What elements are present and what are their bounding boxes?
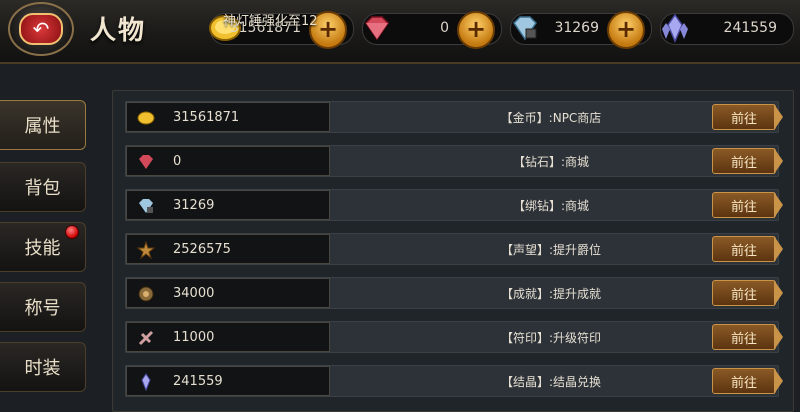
tab-label: 技能 bbox=[24, 238, 61, 259]
tab-skills[interactable]: 技能 bbox=[0, 222, 86, 272]
chevron-right-icon bbox=[774, 104, 783, 130]
reputation-icon bbox=[137, 241, 155, 259]
go-button[interactable]: 前往 bbox=[712, 104, 783, 130]
tab-backpack[interactable]: 背包 bbox=[0, 162, 86, 212]
row-label: 【结晶】:结晶兑换 bbox=[500, 375, 602, 389]
row-label: 【成就】:提升成就 bbox=[500, 287, 602, 301]
bound-diamond-value: 31269 bbox=[554, 20, 599, 36]
value-box: 11000 bbox=[126, 322, 330, 352]
row-label: 【绑钻】:商城 bbox=[512, 199, 590, 213]
row-value: 31561871 bbox=[173, 110, 240, 125]
go-label: 前往 bbox=[730, 331, 757, 347]
go-label: 前往 bbox=[730, 155, 757, 171]
value-box: 31561871 bbox=[126, 102, 330, 132]
row-value: 31269 bbox=[173, 198, 215, 213]
go-button[interactable]: 前往 bbox=[712, 148, 783, 174]
back-button[interactable]: ↶ bbox=[8, 2, 74, 56]
page-title: 人物 bbox=[90, 16, 147, 46]
row-label: 【钻石】:商城 bbox=[512, 155, 590, 169]
currency-panel: 31561871 【金币】:NPC商店 前往 0 【钻石】:商城 前往 3126… bbox=[112, 90, 794, 412]
tab-label: 属性 bbox=[24, 116, 61, 137]
row-value: 0 bbox=[173, 154, 182, 169]
go-label: 前往 bbox=[730, 375, 757, 391]
chevron-right-icon bbox=[774, 236, 783, 262]
tab-attributes[interactable]: 属性 bbox=[0, 100, 86, 150]
tab-titles[interactable]: 称号 bbox=[0, 282, 86, 332]
crystal-icon bbox=[657, 10, 693, 46]
bound-diamond-icon bbox=[137, 197, 155, 215]
top-bar: ↶ 人物 31561871 + 0 + 31269 + 241559 神灯锤强化… bbox=[0, 0, 800, 64]
notification-dot bbox=[65, 225, 79, 239]
value-box: 31269 bbox=[126, 190, 330, 220]
value-box: 241559 bbox=[126, 366, 330, 396]
tab-label: 背包 bbox=[24, 178, 61, 199]
row-label: 【金币】:NPC商店 bbox=[500, 111, 602, 125]
list-item: 34000 【成就】:提升成就 前往 bbox=[125, 277, 783, 309]
crystal-icon bbox=[137, 373, 155, 391]
value-box: 34000 bbox=[126, 278, 330, 308]
go-label: 前往 bbox=[730, 111, 757, 127]
back-arrow-icon: ↶ bbox=[19, 13, 63, 45]
chevron-right-icon bbox=[774, 368, 783, 394]
row-value: 11000 bbox=[173, 330, 215, 345]
go-label: 前往 bbox=[730, 199, 757, 215]
diamond-value: 0 bbox=[440, 20, 449, 36]
value-box: 2526575 bbox=[126, 234, 330, 264]
value-box: 0 bbox=[126, 146, 330, 176]
crystal-resource: 241559 bbox=[660, 13, 794, 45]
diamond-icon bbox=[359, 10, 395, 46]
go-label: 前往 bbox=[730, 243, 757, 259]
go-button[interactable]: 前往 bbox=[712, 280, 783, 306]
row-label: 【声望】:提升爵位 bbox=[500, 243, 602, 257]
bound-diamond-resource: 31269 + bbox=[507, 10, 652, 49]
list-item: 31269 【绑钻】:商城 前往 bbox=[125, 189, 783, 221]
diamond-icon bbox=[137, 153, 155, 171]
list-item: 2526575 【声望】:提升爵位 前往 bbox=[125, 233, 783, 265]
list-item: 241559 【结晶】:结晶兑换 前往 bbox=[125, 365, 783, 397]
tab-label: 称号 bbox=[24, 298, 61, 319]
chevron-right-icon bbox=[774, 280, 783, 306]
go-button[interactable]: 前往 bbox=[712, 192, 783, 218]
row-value: 34000 bbox=[173, 286, 215, 301]
diamond-resource: 0 + bbox=[359, 10, 502, 49]
bound-diamond-icon bbox=[507, 10, 543, 46]
row-value: 241559 bbox=[173, 374, 223, 389]
tab-label: 时装 bbox=[24, 358, 61, 379]
chevron-right-icon bbox=[774, 192, 783, 218]
chevron-right-icon bbox=[774, 148, 783, 174]
chevron-right-icon bbox=[774, 324, 783, 350]
add-bound-diamond-button[interactable]: + bbox=[607, 11, 645, 49]
go-button[interactable]: 前往 bbox=[712, 368, 783, 394]
go-button[interactable]: 前往 bbox=[712, 236, 783, 262]
rune-icon bbox=[137, 329, 155, 347]
row-value: 2526575 bbox=[173, 242, 231, 257]
gold-coin-icon bbox=[137, 109, 155, 127]
crystal-value: 241559 bbox=[723, 20, 777, 36]
add-diamond-button[interactable]: + bbox=[457, 11, 495, 49]
list-item: 31561871 【金币】:NPC商店 前往 bbox=[125, 101, 783, 133]
row-label: 【符印】:升级符印 bbox=[500, 331, 602, 345]
list-item: 11000 【符印】:升级符印 前往 bbox=[125, 321, 783, 353]
list-item: 0 【钻石】:商城 前往 bbox=[125, 145, 783, 177]
go-label: 前往 bbox=[730, 287, 757, 303]
notification-toast: 神灯锤强化至12 bbox=[223, 14, 318, 29]
go-button[interactable]: 前往 bbox=[712, 324, 783, 350]
tab-fashion[interactable]: 时装 bbox=[0, 342, 86, 392]
achievement-icon bbox=[137, 285, 155, 303]
